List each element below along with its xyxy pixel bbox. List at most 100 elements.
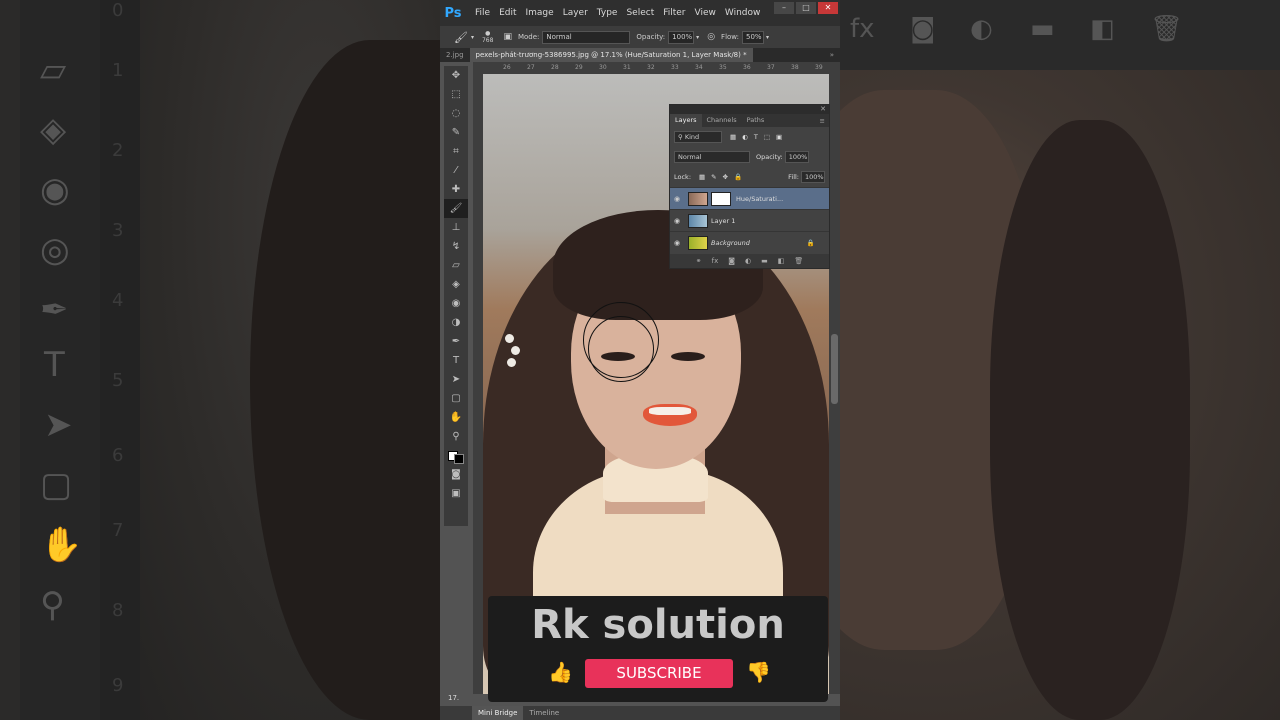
shape-tool-icon[interactable]: ▢ bbox=[444, 389, 468, 408]
new-group-icon[interactable]: ▬ bbox=[761, 257, 768, 265]
crop-tool-icon[interactable]: ⌗ bbox=[444, 142, 468, 161]
mode-select[interactable]: Normal bbox=[542, 30, 631, 44]
menu-view[interactable]: View bbox=[695, 8, 716, 18]
brush-tool-icon[interactable]: 🖌 bbox=[454, 31, 468, 44]
lasso-tool-icon[interactable]: ◌ bbox=[444, 104, 468, 123]
move-tool-icon[interactable]: ✥ bbox=[444, 66, 468, 85]
visibility-eye-icon[interactable]: ◉ bbox=[674, 239, 688, 247]
brush-tool-icon-active[interactable]: 🖌 bbox=[444, 199, 468, 218]
panel-close-icon[interactable]: ✕ bbox=[820, 105, 826, 113]
tab-channels[interactable]: Channels bbox=[702, 114, 742, 127]
pen-tool-icon[interactable]: ✒ bbox=[444, 332, 468, 351]
path-select-tool-icon[interactable]: ➤ bbox=[444, 370, 468, 389]
paint-bucket-tool-icon[interactable]: ◈ bbox=[444, 275, 468, 294]
filter-search-icon: ⚲ bbox=[678, 133, 685, 141]
color-swatches-icon[interactable] bbox=[444, 446, 468, 465]
vertical-scrollbar[interactable] bbox=[829, 74, 840, 694]
lock-position-icon[interactable]: ✥ bbox=[723, 173, 728, 181]
fill-field[interactable]: 100% bbox=[801, 171, 825, 183]
filter-shape-icon[interactable]: ⬚ bbox=[764, 133, 770, 141]
quick-select-tool-icon[interactable]: ✎ bbox=[444, 123, 468, 142]
blend-mode-select[interactable]: Normal bbox=[674, 151, 750, 163]
layers-panel-titlebar[interactable]: ✕ bbox=[670, 105, 829, 114]
tab-timeline[interactable]: Timeline bbox=[523, 706, 565, 720]
lock-transparent-icon[interactable]: ▦ bbox=[699, 173, 705, 181]
menu-file[interactable]: File bbox=[475, 8, 490, 18]
menu-select[interactable]: Select bbox=[626, 8, 654, 18]
eraser-tool-icon[interactable]: ▱ bbox=[444, 256, 468, 275]
layer-row-background[interactable]: ◉ Background 🔒 bbox=[670, 231, 829, 253]
subscribe-button[interactable]: SUBSCRIBE bbox=[585, 659, 733, 688]
marquee-tool-icon[interactable]: ⬚ bbox=[444, 85, 468, 104]
mask-icon: ◙ bbox=[910, 14, 936, 44]
zoom-icon: ⚲ bbox=[40, 585, 65, 625]
tab-active-document[interactable]: pexels-phát-trương-5386995.jpg @ 17.1% (… bbox=[469, 48, 753, 62]
tool-preset-arrow-icon[interactable]: ▾ bbox=[471, 34, 474, 41]
menu-type[interactable]: Type bbox=[597, 8, 618, 18]
delete-layer-icon[interactable]: 🗑 bbox=[794, 257, 803, 265]
new-layer-icon[interactable]: ◧ bbox=[778, 257, 785, 265]
fx-icon[interactable]: fx bbox=[712, 257, 719, 265]
sponge-icon: ◎ bbox=[40, 230, 70, 270]
brush-size-picker[interactable]: ● 768 bbox=[482, 30, 493, 44]
layer-row-hue-saturation[interactable]: ◉ Hue/Saturati... bbox=[670, 187, 829, 209]
quick-mask-icon[interactable]: ◙ bbox=[444, 465, 468, 484]
brush-panel-icon[interactable]: ▣ bbox=[503, 32, 512, 42]
maximize-button[interactable]: □ bbox=[796, 2, 816, 14]
opacity-dropdown-icon[interactable]: ▾ bbox=[696, 34, 699, 41]
ruler-tick: 30 bbox=[599, 64, 607, 71]
flow-field[interactable]: 50% bbox=[742, 30, 765, 44]
tab-layers[interactable]: Layers bbox=[670, 114, 702, 127]
tab-mini-bridge[interactable]: Mini Bridge bbox=[472, 706, 524, 720]
layer-thumbnail bbox=[688, 213, 708, 228]
menu-image[interactable]: Image bbox=[526, 8, 554, 18]
scrollbar-thumb[interactable] bbox=[831, 334, 838, 404]
pressure-opacity-icon[interactable]: ◎ bbox=[707, 32, 715, 42]
thumbs-up-icon[interactable]: 👍 bbox=[548, 660, 573, 684]
clone-stamp-tool-icon[interactable]: ⊥ bbox=[444, 218, 468, 237]
layer-mask-thumbnail[interactable] bbox=[711, 191, 731, 206]
filter-kind-select[interactable]: ⚲ Kind bbox=[674, 131, 722, 143]
zoom-readout[interactable]: 17. bbox=[448, 694, 459, 702]
menu-filter[interactable]: Filter bbox=[663, 8, 685, 18]
healing-brush-tool-icon[interactable]: ✚ bbox=[444, 180, 468, 199]
filter-type-icon[interactable]: T bbox=[754, 133, 758, 141]
add-mask-icon[interactable]: ◙ bbox=[728, 257, 735, 265]
zoom-tool-icon[interactable]: ⚲ bbox=[444, 427, 468, 446]
menu-window[interactable]: Window bbox=[725, 8, 761, 18]
close-button[interactable]: ✕ bbox=[818, 2, 838, 14]
layer-opacity-field[interactable]: 100% bbox=[784, 151, 809, 163]
lock-pixels-icon[interactable]: ✎ bbox=[711, 173, 716, 181]
background-color-swatch[interactable] bbox=[454, 453, 464, 464]
minimize-button[interactable]: – bbox=[774, 2, 794, 14]
hand-tool-icon[interactable]: ✋ bbox=[444, 408, 468, 427]
photo-teeth bbox=[649, 407, 691, 415]
panel-menu-icon[interactable]: ≡ bbox=[820, 117, 825, 125]
filter-adjustment-icon[interactable]: ◐ bbox=[742, 133, 748, 141]
dodge-tool-icon[interactable]: ◑ bbox=[444, 313, 468, 332]
menu-edit[interactable]: Edit bbox=[499, 8, 516, 18]
visibility-eye-icon[interactable]: ◉ bbox=[674, 195, 688, 203]
flow-dropdown-icon[interactable]: ▾ bbox=[766, 34, 769, 41]
new-adjustment-icon[interactable]: ◐ bbox=[745, 257, 751, 265]
eyedropper-tool-icon[interactable]: ⁄ bbox=[444, 161, 468, 180]
blur-tool-icon[interactable]: ◉ bbox=[444, 294, 468, 313]
hand-icon: ✋ bbox=[40, 525, 83, 565]
link-layers-icon[interactable]: ⚭ bbox=[696, 257, 702, 265]
tab-previous-document[interactable]: 2.jpg bbox=[440, 48, 470, 62]
filter-smart-object-icon[interactable]: ▣ bbox=[776, 133, 782, 141]
tab-paths[interactable]: Paths bbox=[742, 114, 770, 127]
layer-row-layer-1[interactable]: ◉ Layer 1 bbox=[670, 209, 829, 231]
ruler-tick: 27 bbox=[527, 64, 535, 71]
lock-all-icon[interactable]: 🔒 bbox=[734, 173, 742, 181]
opacity-field[interactable]: 100% bbox=[668, 30, 695, 44]
history-brush-tool-icon[interactable]: ↯ bbox=[444, 237, 468, 256]
menu-bar: Ps File Edit Image Layer Type Select Fil… bbox=[440, 0, 840, 26]
screen-mode-icon[interactable]: ▣ bbox=[444, 484, 468, 503]
thumbs-down-icon[interactable]: 👎 bbox=[746, 660, 771, 684]
visibility-eye-icon[interactable]: ◉ bbox=[674, 217, 688, 225]
menu-layer[interactable]: Layer bbox=[563, 8, 588, 18]
type-tool-icon[interactable]: T bbox=[444, 351, 468, 370]
tabs-overflow-button[interactable]: » bbox=[824, 48, 840, 62]
filter-pixel-icon[interactable]: ▦ bbox=[730, 133, 736, 141]
